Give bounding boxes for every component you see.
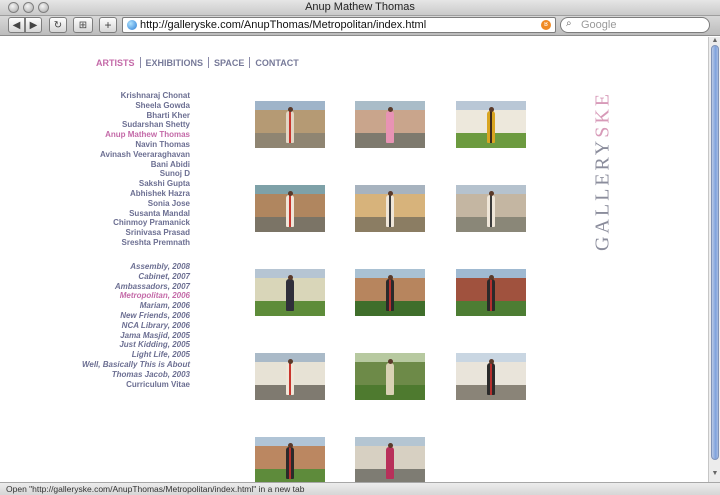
artist-link[interactable]: Sakshi Gupta	[60, 179, 190, 189]
window-title: Anup Mathew Thomas	[305, 1, 415, 13]
address-bar[interactable]: http://galleryske.com/AnupThomas/Metropo…	[122, 17, 556, 33]
nav-divider	[208, 57, 210, 68]
exhibition-link[interactable]: Jama Masjid, 2005	[60, 331, 190, 341]
web-page: ARTISTS EXHIBITIONS SPACE CONTACT Krishnara…	[0, 37, 708, 482]
gallery-logo: GALLERYSKE	[583, 91, 623, 251]
curriculum-vitae-link[interactable]: Curriculum Vitae	[60, 380, 190, 390]
back-arrow-icon: ◀	[12, 19, 21, 31]
vertical-scrollbar[interactable]: ▲ ▼	[708, 37, 720, 482]
photo-thumbnail[interactable]	[355, 353, 425, 400]
search-icon: ⌕	[566, 18, 572, 29]
photo-thumbnail[interactable]	[355, 185, 425, 232]
nav-artists[interactable]: ARTISTS	[96, 58, 135, 68]
exhibition-list: Assembly, 2008 Cabinet, 2007 Ambassadors, …	[60, 262, 190, 389]
photo-thumbnail[interactable]	[456, 269, 526, 316]
artist-link[interactable]: Navin Thomas	[60, 140, 190, 150]
bookmarks-icon: ⊞	[78, 19, 88, 31]
scrollbar-thumb[interactable]	[711, 45, 719, 460]
plus-icon: +	[104, 18, 112, 32]
nav-divider	[139, 57, 141, 68]
artist-link[interactable]: Bharti Kher	[60, 111, 190, 121]
status-bar: Open "http://galleryske.com/AnupThomas/M…	[0, 482, 720, 495]
nav-exhibitions[interactable]: EXHIBITIONS	[146, 58, 204, 68]
search-field[interactable]: ⌕ Google	[560, 17, 710, 33]
artist-link[interactable]: Bani Abidi	[60, 160, 190, 170]
exhibition-link[interactable]: Mariam, 2006	[60, 301, 190, 311]
back-button[interactable]: ◀	[8, 17, 25, 33]
reload-button[interactable]: ↻	[49, 17, 67, 33]
exhibition-link[interactable]: Cabinet, 2007	[60, 272, 190, 282]
exhibition-link[interactable]: New Friends, 2006	[60, 311, 190, 321]
photo-thumbnail[interactable]	[355, 101, 425, 148]
address-text[interactable]: http://galleryske.com/AnupThomas/Metropo…	[140, 19, 426, 31]
exhibition-link[interactable]: Just Kidding, 2005	[60, 340, 190, 350]
title-bar: Anup Mathew Thomas	[0, 0, 720, 16]
rss-icon[interactable]: ʁ	[541, 20, 551, 30]
artist-list: Krishnaraj Chonat Sheela Gowda Bharti Kher…	[60, 91, 190, 248]
status-text: Open "http://galleryske.com/AnupThomas/M…	[6, 484, 305, 494]
globe-icon	[127, 20, 137, 30]
photo-thumbnail[interactable]	[355, 269, 425, 316]
artist-link[interactable]: Krishnaraj Chonat	[60, 91, 190, 101]
exhibition-link[interactable]: Ambassadors, 2007	[60, 282, 190, 292]
artist-link[interactable]: Sunoj D	[60, 169, 190, 179]
photo-thumbnail[interactable]	[255, 437, 325, 482]
top-navigation: ARTISTS EXHIBITIONS SPACE CONTACT	[96, 57, 299, 68]
artist-link[interactable]: Sheela Gowda	[60, 101, 190, 111]
photo-thumbnail[interactable]	[456, 353, 526, 400]
artist-link[interactable]: Srinivasa Prasad	[60, 228, 190, 238]
exhibition-link[interactable]: Assembly, 2008	[60, 262, 190, 272]
nav-contact[interactable]: CONTACT	[255, 58, 298, 68]
add-bookmark-button[interactable]: +	[99, 17, 117, 33]
artist-link[interactable]: Abhishek Hazra	[60, 189, 190, 199]
artist-link[interactable]: Avinash Veeraraghavan	[60, 150, 190, 160]
forward-button[interactable]: ▶	[25, 17, 42, 33]
photo-thumbnail[interactable]	[255, 101, 325, 148]
artist-link[interactable]: Susanta Mandal	[60, 209, 190, 219]
exhibition-link[interactable]: Light Life, 2005	[60, 350, 190, 360]
artist-link[interactable]: Chinmoy Pramanick	[60, 218, 190, 228]
photo-thumbnail[interactable]	[355, 437, 425, 482]
photo-thumbnail[interactable]	[255, 185, 325, 232]
artist-link[interactable]: Sreshta Premnath	[60, 238, 190, 248]
photo-thumbnail[interactable]	[255, 353, 325, 400]
artist-link[interactable]: Sudarshan Shetty	[60, 120, 190, 130]
nav-divider	[249, 57, 251, 68]
browser-toolbar: ◀ ▶ ↻ ⊞ + http://galleryske.com/AnupThom…	[0, 16, 720, 36]
photo-thumbnail[interactable]	[456, 185, 526, 232]
gallery-logo-text: GALLERYSKE	[591, 90, 614, 252]
scroll-down-icon[interactable]: ▼	[710, 470, 720, 480]
forward-arrow-icon: ▶	[29, 19, 38, 31]
exhibition-link[interactable]: Metropolitan, 2006	[60, 291, 190, 301]
photo-thumbnail[interactable]	[456, 101, 526, 148]
artist-link[interactable]: Sonia Jose	[60, 199, 190, 209]
search-placeholder: Google	[581, 19, 617, 31]
exhibition-link[interactable]: NCA Library, 2006	[60, 321, 190, 331]
reload-icon: ↻	[53, 19, 63, 31]
artist-link[interactable]: Anup Mathew Thomas	[60, 130, 190, 140]
nav-space[interactable]: SPACE	[214, 58, 244, 68]
photo-thumbnail[interactable]	[255, 269, 325, 316]
exhibition-link[interactable]: Well, Basically This is About Thomas Jac…	[60, 360, 190, 380]
show-bookmarks-button[interactable]: ⊞	[73, 17, 93, 33]
